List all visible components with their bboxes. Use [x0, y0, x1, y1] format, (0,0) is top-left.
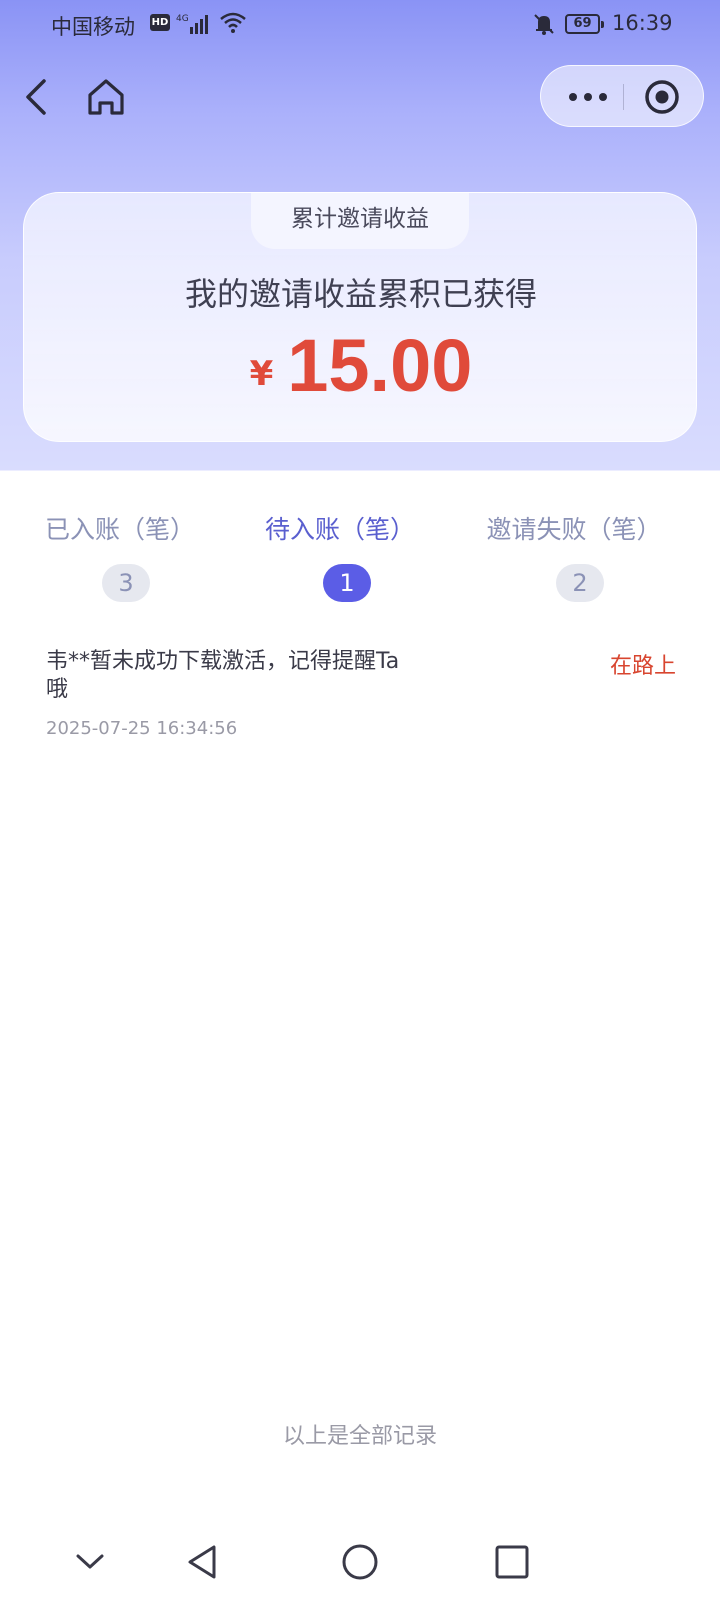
tab-credited-count: 3 [102, 564, 150, 602]
wifi-icon [220, 12, 246, 33]
target-icon[interactable] [643, 78, 681, 116]
earnings-card: 累计邀请收益 我的邀请收益累积已获得 ¥15.00 [23, 192, 697, 442]
signal-icon: 4G [176, 14, 208, 34]
mute-icon [534, 14, 554, 35]
mini-program-capsule [540, 65, 704, 127]
tab-pending[interactable]: 待入账（笔） [220, 510, 460, 546]
recents-square-icon[interactable] [492, 1542, 532, 1582]
tab-credited[interactable]: 已入账（笔） [0, 510, 240, 546]
chevron-left-icon[interactable] [22, 75, 54, 119]
record-status: 在路上 [609, 654, 676, 679]
record-timestamp: 2025-07-25 16:34:56 [46, 718, 238, 739]
amount-value: 15.00 [287, 324, 473, 407]
carrier-label: 中国移动 [51, 15, 135, 39]
currency-symbol: ¥ [249, 354, 274, 394]
tab-failed[interactable]: 邀请失败（笔） [454, 510, 694, 546]
chevron-down-icon[interactable] [70, 1542, 110, 1582]
home-icon[interactable] [85, 75, 127, 119]
battery-icon: 69 [565, 14, 604, 34]
back-triangle-icon[interactable] [184, 1542, 224, 1582]
records-sheet: 已入账（笔） 3 待入账（笔） 1 邀请失败（笔） 2 韦**暂未成功下载激活，… [0, 478, 720, 1520]
svg-text:4G: 4G [176, 14, 189, 24]
more-dots-icon[interactable] [563, 82, 613, 112]
tab-pending-count: 1 [323, 564, 371, 602]
earnings-subtitle: 我的邀请收益累积已获得 [184, 275, 537, 313]
record-message: 韦**暂未成功下载激活，记得提醒Ta哦 [46, 649, 400, 702]
tab-failed-count: 2 [556, 564, 604, 602]
card-tab-label: 累计邀请收益 [251, 193, 469, 249]
status-bar: 中国移动 HD 4G 69 16:39 [0, 0, 720, 50]
hd-badge: HD [150, 14, 170, 31]
list-item: 韦**暂未成功下载激活，记得提醒Ta哦 在路上 2025-07-25 16:34… [46, 648, 676, 758]
end-of-list-note: 以上是全部记录 [282, 1424, 437, 1449]
capsule-divider [623, 84, 624, 110]
earnings-amount: ¥15.00 [24, 323, 698, 408]
system-nav-bar [0, 1520, 720, 1600]
home-circle-icon[interactable] [340, 1542, 380, 1582]
clock: 16:39 [612, 11, 673, 35]
